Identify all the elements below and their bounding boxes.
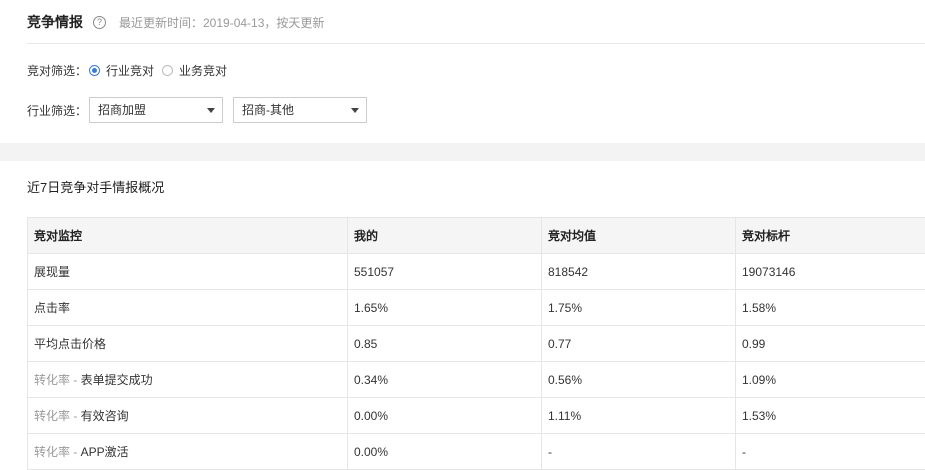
cell-mine: 0.00% <box>347 397 542 434</box>
metric-cell: 转化率 - 有效咨询 <box>27 397 348 434</box>
radio-business-rival-label: 业务竞对 <box>179 64 228 78</box>
metric-label: APP激活 <box>80 445 129 459</box>
metric-cell: 转化率 - APP激活 <box>27 433 348 470</box>
rival-radio-group: 行业竞对 业务竞对 <box>89 62 235 79</box>
industry-secondary-value: 招商-其他 <box>242 103 295 117</box>
section-separator <box>0 143 925 161</box>
radio-business-rival[interactable]: 业务竞对 <box>162 62 227 79</box>
table-header-row: 竞对监控 我的 竞对均值 竞对标杆 <box>27 217 925 254</box>
rival-filter-label: 竞对筛选： <box>27 64 88 78</box>
table-row: 展现量 551057 818542 19073146 <box>27 253 925 290</box>
radio-industry-rival-label: 行业竞对 <box>106 64 155 78</box>
industry-secondary-select[interactable]: 招商-其他 <box>233 97 368 123</box>
cell-rival-benchmark: - <box>735 433 925 470</box>
radio-unchecked-icon[interactable] <box>162 65 174 76</box>
cell-mine: 551057 <box>347 253 542 290</box>
cell-rival-average: 0.56% <box>541 361 736 398</box>
metric-cell: 平均点击价格 <box>27 325 348 362</box>
table-row: 点击率 1.65% 1.75% 1.58% <box>27 289 925 326</box>
cell-mine: 0.34% <box>347 361 542 398</box>
metric-prefix: 转化率 - <box>34 409 81 423</box>
table-row: 转化率 - 有效咨询 0.00% 1.11% 1.53% <box>27 397 925 434</box>
industry-primary-value: 招商加盟 <box>98 103 147 117</box>
table-row: 转化率 - 表单提交成功 0.34% 0.56% 1.09% <box>27 361 925 398</box>
metric-cell: 点击率 <box>27 289 348 326</box>
header-divider <box>27 43 925 44</box>
help-icon[interactable]: ? <box>93 15 106 29</box>
radio-industry-rival[interactable]: 行业竞对 <box>89 62 154 79</box>
rival-filter-row: 竞对筛选： 行业竞对 业务竞对 <box>27 62 235 79</box>
cell-rival-average: - <box>541 433 736 470</box>
metric-cell: 展现量 <box>27 253 348 290</box>
table-row: 转化率 - APP激活 0.00% - - <box>27 433 925 470</box>
column-header: 竞对均值 <box>541 217 736 254</box>
cell-mine: 0.00% <box>347 433 542 470</box>
metric-prefix: 转化率 - <box>34 373 81 387</box>
cell-rival-benchmark: 1.53% <box>735 397 925 434</box>
metric-cell: 转化率 - 表单提交成功 <box>27 361 348 398</box>
cell-mine: 0.85 <box>347 325 542 362</box>
radio-checked-icon[interactable] <box>89 65 101 76</box>
header-row: 竞争情报 ? 最近更新时间：2019-04-13，按天更新 <box>27 12 324 32</box>
summary-table: 竞对监控 我的 竞对均值 竞对标杆 展现量 551057 818542 1907… <box>27 217 925 470</box>
industry-filter-row: 行业筛选： 招商加盟 招商-其他 <box>27 97 368 123</box>
metric-label: 有效咨询 <box>80 409 129 423</box>
column-header: 我的 <box>347 217 542 254</box>
caret-down-icon <box>207 108 216 113</box>
metric-label: 点击率 <box>34 301 71 315</box>
summary-title: 近7日竞争对手情报概况 <box>27 180 165 195</box>
industry-primary-select[interactable]: 招商加盟 <box>89 97 224 123</box>
metric-prefix: 转化率 - <box>34 445 81 459</box>
page-title: 竞争情报 <box>27 14 83 30</box>
cell-rival-average: 1.75% <box>541 289 736 326</box>
last-updated-text: 最近更新时间：2019-04-13，按天更新 <box>119 15 325 30</box>
metric-label: 平均点击价格 <box>34 337 107 351</box>
metric-label: 表单提交成功 <box>80 373 153 387</box>
cell-rival-average: 818542 <box>541 253 736 290</box>
column-header: 竞对监控 <box>27 217 348 254</box>
cell-mine: 1.65% <box>347 289 542 326</box>
cell-rival-benchmark: 1.09% <box>735 361 925 398</box>
cell-rival-benchmark: 1.58% <box>735 289 925 326</box>
filter-panel: 竞争情报 ? 最近更新时间：2019-04-13，按天更新 竞对筛选： 行业竞对… <box>0 0 925 143</box>
metric-label: 展现量 <box>34 265 71 279</box>
cell-rival-average: 1.11% <box>541 397 736 434</box>
cell-rival-benchmark: 19073146 <box>735 253 925 290</box>
caret-down-icon <box>351 108 360 113</box>
table-row: 平均点击价格 0.85 0.77 0.99 <box>27 325 925 362</box>
industry-filter-label: 行业筛选： <box>27 103 88 118</box>
cell-rival-benchmark: 0.99 <box>735 325 925 362</box>
column-header: 竞对标杆 <box>735 217 925 254</box>
cell-rival-average: 0.77 <box>541 325 736 362</box>
